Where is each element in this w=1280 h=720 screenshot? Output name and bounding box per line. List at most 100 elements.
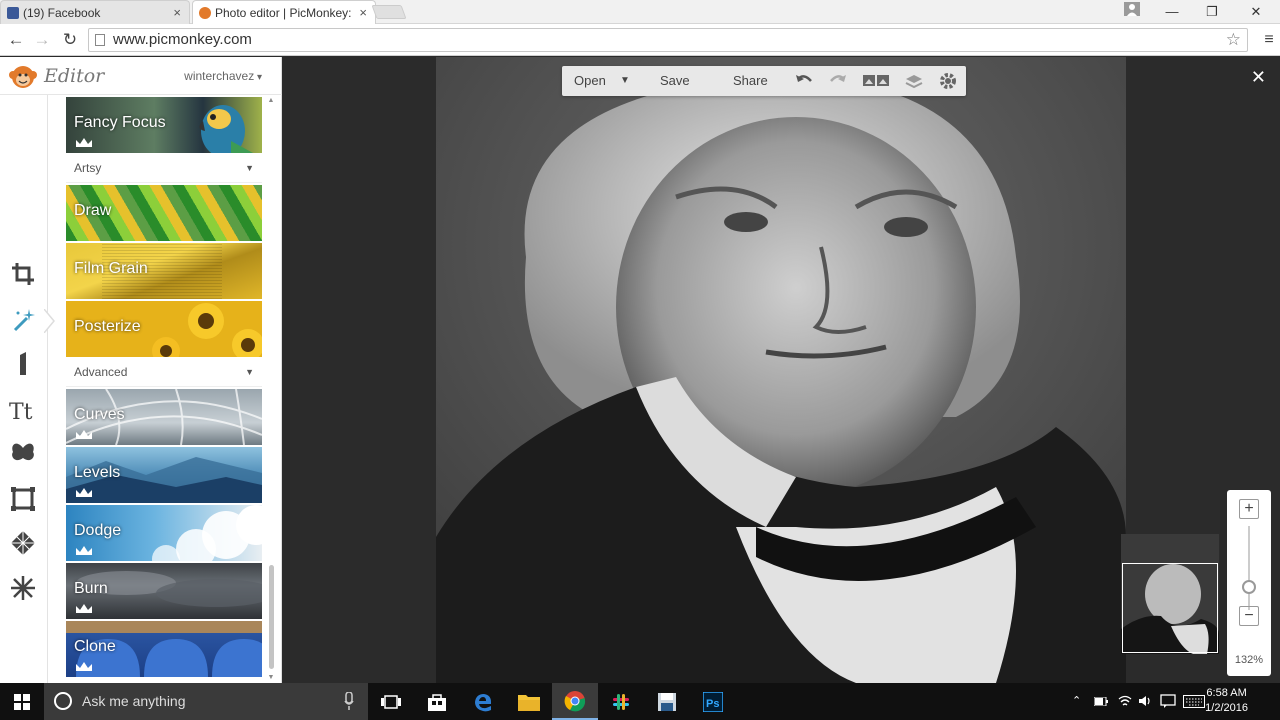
forward-icon[interactable]: → bbox=[30, 28, 54, 52]
effects-scrollbar[interactable]: ▲ ▼ bbox=[266, 97, 276, 681]
reload-icon[interactable]: ↻ bbox=[58, 28, 82, 52]
bookmark-star-icon[interactable]: ☆ bbox=[1226, 29, 1241, 51]
photoshop-icon[interactable]: Ps bbox=[690, 683, 736, 720]
tab-title: Photo editor | PicMonkey: bbox=[215, 6, 352, 20]
zoom-out-button[interactable]: − bbox=[1239, 606, 1259, 626]
store-icon[interactable] bbox=[414, 683, 460, 720]
keyboard-icon[interactable] bbox=[1183, 695, 1205, 708]
minimize-icon[interactable]: — bbox=[1152, 0, 1192, 24]
wifi-icon[interactable] bbox=[1118, 694, 1132, 708]
tab-title: (19) Facebook bbox=[23, 6, 101, 20]
compare-images-icon[interactable] bbox=[862, 71, 890, 91]
scroll-down-icon[interactable]: ▼ bbox=[266, 674, 276, 681]
effect-label: Fancy Focus bbox=[74, 114, 166, 131]
effect-tile-posterize[interactable]: Posterize bbox=[66, 301, 262, 357]
windows-start-icon[interactable] bbox=[0, 683, 44, 720]
chrome-taskbar-icon[interactable] bbox=[552, 683, 598, 720]
zoom-track[interactable] bbox=[1248, 526, 1250, 610]
section-artsy[interactable]: Artsy ▼ bbox=[66, 153, 262, 183]
text-tool-icon[interactable]: Tt bbox=[6, 394, 40, 426]
effect-tile-film-grain[interactable]: Film Grain bbox=[66, 243, 262, 299]
clock-time: 6:58 AM bbox=[1206, 687, 1247, 699]
chrome-menu-icon[interactable]: ≡ bbox=[1258, 28, 1280, 52]
task-view-icon[interactable] bbox=[368, 683, 414, 720]
themes-snowflake-icon[interactable] bbox=[6, 572, 40, 604]
effect-tile-draw[interactable]: Draw bbox=[66, 185, 262, 241]
textures-icon[interactable] bbox=[6, 527, 40, 559]
effect-tile-dodge[interactable]: Dodge bbox=[66, 505, 262, 561]
touch-up-lipstick-icon[interactable] bbox=[6, 348, 40, 380]
microphone-icon[interactable] bbox=[344, 692, 354, 710]
effect-tile-curves[interactable]: Curves bbox=[66, 389, 262, 445]
active-tool-pointer-icon bbox=[44, 309, 55, 333]
save-button[interactable]: Save bbox=[660, 66, 690, 96]
tab-picmonkey[interactable]: Photo editor | PicMonkey: × bbox=[192, 0, 376, 24]
premium-crown-icon bbox=[76, 488, 92, 497]
zoom-in-button[interactable]: + bbox=[1239, 499, 1259, 519]
show-desktop-button[interactable] bbox=[1254, 683, 1280, 720]
new-tab-button[interactable] bbox=[371, 5, 407, 19]
open-dropdown-icon[interactable]: ▼ bbox=[620, 66, 630, 96]
action-center-message-icon[interactable] bbox=[1160, 694, 1176, 708]
effect-tile-burn[interactable]: Burn bbox=[66, 563, 262, 619]
close-editor-icon[interactable]: ✕ bbox=[1251, 67, 1266, 88]
viewport-frame[interactable] bbox=[1122, 563, 1218, 653]
effects-wand-icon[interactable] bbox=[6, 304, 40, 336]
redo-icon[interactable] bbox=[828, 71, 848, 91]
edge-browser-icon[interactable] bbox=[460, 683, 506, 720]
tab-facebook[interactable]: (19) Facebook × bbox=[0, 0, 190, 24]
premium-crown-icon bbox=[76, 604, 92, 613]
zoom-level: 132% bbox=[1234, 654, 1264, 666]
premium-crown-icon bbox=[76, 546, 92, 555]
overlays-butterfly-icon[interactable] bbox=[6, 438, 40, 470]
effect-label: Clone bbox=[74, 638, 116, 655]
tray-expand-icon[interactable]: ⌃ bbox=[1072, 683, 1081, 720]
cortana-icon bbox=[54, 692, 72, 710]
frames-icon[interactable] bbox=[6, 483, 40, 515]
layers-icon[interactable] bbox=[904, 71, 924, 91]
effect-label: Curves bbox=[74, 406, 125, 423]
file-explorer-icon[interactable] bbox=[506, 683, 552, 720]
effect-tile-fancy-focus[interactable]: Fancy Focus bbox=[66, 97, 262, 153]
share-button[interactable]: Share bbox=[733, 66, 768, 96]
picmonkey-icon bbox=[199, 7, 211, 19]
volume-icon[interactable] bbox=[1138, 694, 1152, 708]
battery-icon[interactable] bbox=[1094, 697, 1108, 706]
close-tab-icon[interactable]: × bbox=[359, 1, 367, 24]
user-menu[interactable]: winterchavez bbox=[184, 69, 262, 83]
facebook-icon bbox=[7, 7, 19, 19]
zoom-slider-knob[interactable] bbox=[1242, 580, 1256, 594]
panel-header: Editor winterchavez bbox=[0, 57, 282, 95]
back-icon[interactable]: ← bbox=[4, 28, 28, 52]
profile-icon[interactable] bbox=[1112, 0, 1152, 24]
cortana-search-box[interactable]: Ask me anything bbox=[44, 683, 368, 720]
windows-taskbar: Ask me anything Ps ⌃ 6:58 AM 1/2/2016 bbox=[0, 683, 1280, 720]
close-tab-icon[interactable]: × bbox=[173, 1, 181, 24]
save-disk-app-icon[interactable] bbox=[644, 683, 690, 720]
effect-tile-clone[interactable]: Clone bbox=[66, 621, 262, 677]
effect-label: Levels bbox=[74, 464, 121, 481]
effect-tile-levels[interactable]: Levels bbox=[66, 447, 262, 503]
undo-icon[interactable] bbox=[794, 71, 814, 91]
url-input[interactable]: www.picmonkey.com ☆ bbox=[88, 28, 1248, 52]
tool-rail: Tt bbox=[0, 95, 55, 683]
effects-list: Fancy Focus Artsy ▼ Draw Film Grain Post… bbox=[66, 95, 262, 683]
caret-down-icon: ▼ bbox=[245, 367, 254, 377]
navigator-thumbnail[interactable] bbox=[1121, 534, 1219, 654]
premium-crown-icon bbox=[76, 662, 92, 671]
parrot-icon bbox=[199, 105, 253, 153]
tab-strip: (19) Facebook × Photo editor | PicMonkey… bbox=[0, 0, 1280, 24]
scroll-up-icon[interactable]: ▲ bbox=[266, 97, 276, 104]
close-window-icon[interactable]: ✕ bbox=[1236, 0, 1276, 24]
open-button[interactable]: Open bbox=[574, 66, 606, 96]
system-clock[interactable]: 6:58 AM 1/2/2016 bbox=[1205, 686, 1248, 716]
section-advanced[interactable]: Advanced ▼ bbox=[66, 357, 262, 387]
restore-icon[interactable]: ❐ bbox=[1192, 0, 1232, 24]
scroll-thumb[interactable] bbox=[269, 565, 274, 669]
crop-tool-icon[interactable] bbox=[6, 258, 40, 290]
slack-icon[interactable] bbox=[598, 683, 644, 720]
portrait-photo[interactable] bbox=[436, 57, 1126, 683]
effect-label: Posterize bbox=[74, 318, 141, 335]
settings-gear-icon[interactable] bbox=[938, 71, 958, 91]
editor-panel: Editor winterchavez Tt bbox=[0, 57, 282, 683]
